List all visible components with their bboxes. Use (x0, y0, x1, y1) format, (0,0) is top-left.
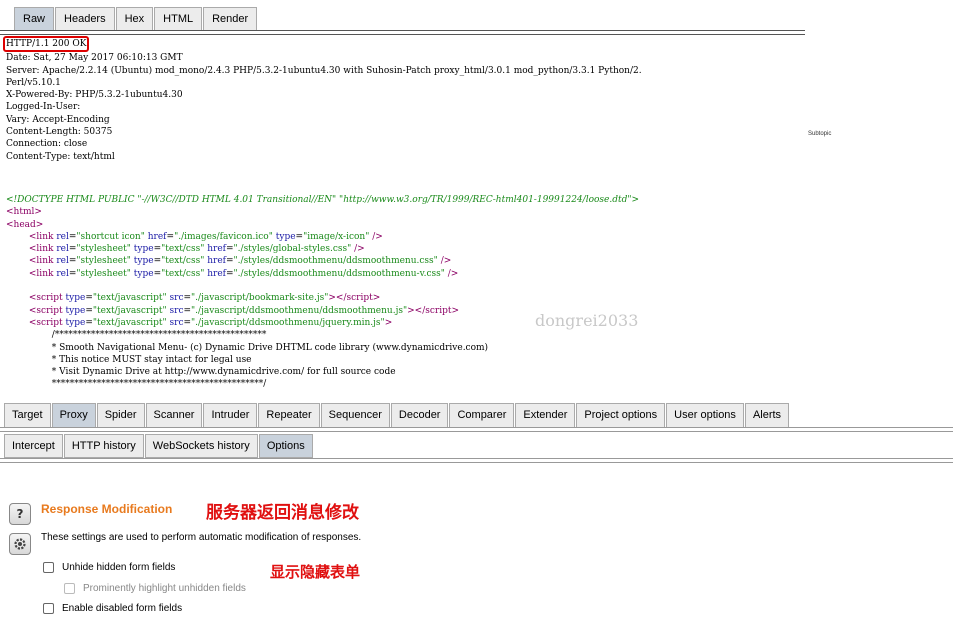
tab-alerts[interactable]: Alerts (744, 403, 790, 428)
head-open-tag: <head> (6, 219, 44, 230)
link-type: "text/css" (161, 256, 205, 267)
tab-hex[interactable]: Hex (115, 7, 154, 30)
link-type: "text/css" (161, 268, 205, 279)
link-rel: "stylesheet" (76, 244, 131, 255)
tab-raw[interactable]: Raw (14, 7, 55, 30)
option-highlight-unhidden-fields[interactable]: Prominently highlight unhidden fields (64, 583, 246, 594)
status-line: HTTP/1.1 200 OK (6, 39, 87, 49)
subtopic-label: Subtopic (808, 131, 832, 137)
tab-http-history[interactable]: HTTP history (63, 434, 144, 458)
doctype-line: <!DOCTYPE HTML PUBLIC "-//W3C//DTD HTML … (6, 195, 640, 205)
highlight-unhidden-fields-checkbox[interactable] (64, 583, 75, 594)
checkbox-label: Enable disabled form fields (62, 603, 183, 614)
tab-intruder[interactable]: Intruder (203, 403, 258, 428)
watermark: dongrei2033 (535, 311, 639, 330)
tab-sequencer[interactable]: Sequencer (320, 403, 390, 428)
main-tab-bar: Target Proxy Spider Scanner Intruder Rep… (4, 403, 790, 428)
tab-extender[interactable]: Extender (515, 403, 576, 428)
header-line: Content-Type: text/html (6, 151, 115, 162)
tab-websockets-history[interactable]: WebSockets history (144, 434, 258, 458)
header-line: Connection: close (6, 139, 88, 150)
header-line: Server: Apache/2.2.14 (Ubuntu) mod_mono/… (6, 65, 642, 76)
tab-user-options[interactable]: User options (666, 403, 744, 428)
header-line: X-Powered-By: PHP/5.3.2-1ubuntu4.30 (6, 90, 183, 101)
header-line: Content-Length: 50375 (6, 127, 113, 138)
annotation-title-note: 服务器返回消息修改 (206, 503, 359, 523)
script-src: "./javascript/bookmark-site.js" (191, 293, 329, 304)
script-src: "./javascript/ddsmoothmenu/jquery.min.js… (191, 317, 385, 328)
sub-tab-divider (0, 458, 953, 463)
tab-spider[interactable]: Spider (96, 403, 145, 428)
link-href: "./styles/ddsmoothmenu/ddsmoothmenu-v.cs… (233, 268, 445, 279)
section-title: Response Modification (41, 502, 173, 516)
tab-html[interactable]: HTML (154, 7, 203, 30)
link-href: "./styles/ddsmoothmenu/ddsmoothmenu.css" (233, 256, 438, 267)
proxy-sub-tab-bar: Intercept HTTP history WebSockets histor… (4, 434, 314, 458)
viewer-divider (0, 30, 805, 35)
enable-disabled-fields-checkbox[interactable] (43, 603, 54, 614)
link-rel: "stylesheet" (76, 268, 131, 279)
status-line-highlight: HTTP/1.1 200 OK (3, 36, 90, 53)
html-open-tag: <html> (6, 207, 42, 218)
link-type: "image/x-icon" (303, 231, 370, 242)
tab-decoder[interactable]: Decoder (390, 403, 449, 428)
comment-line: * Smooth Navigational Menu- (c) Dynamic … (51, 342, 489, 353)
tab-headers[interactable]: Headers (55, 7, 115, 30)
link-href: "./styles/global-styles.css" (233, 244, 352, 255)
response-body: <!DOCTYPE HTML PUBLIC "-//W3C//DTD HTML … (6, 195, 640, 390)
tab-intercept[interactable]: Intercept (4, 434, 63, 458)
comment-line: * This notice MUST stay intact for legal… (51, 354, 252, 365)
response-headers: HTTP/1.1 200 OK Date: Sat, 27 May 2017 0… (3, 36, 642, 163)
response-viewer: Raw Headers Hex HTML Render HTTP/1.1 200… (0, 0, 953, 398)
help-icon[interactable]: ? (9, 503, 31, 525)
link-rel: "stylesheet" (76, 256, 131, 267)
tab-scanner[interactable]: Scanner (145, 403, 203, 428)
header-line: Perl/v5.10.1 (6, 77, 61, 88)
tab-render[interactable]: Render (203, 7, 258, 30)
unhide-hidden-fields-checkbox[interactable] (43, 562, 54, 573)
header-line: Logged-In-User: (6, 102, 81, 113)
tab-proxy[interactable]: Proxy (51, 403, 96, 428)
viewer-tabs: Raw Headers Hex HTML Render (14, 7, 258, 31)
tab-comparer[interactable]: Comparer (449, 403, 515, 428)
header-line: Date: Sat, 27 May 2017 06:10:13 GMT (6, 53, 183, 64)
comment-line: * Visit Dynamic Drive at http://www.dyna… (51, 367, 396, 378)
link-type: "text/css" (161, 244, 205, 255)
tab-target[interactable]: Target (4, 403, 51, 428)
annotation-unhide-note: 显示隐藏表单 (270, 563, 361, 581)
tab-options[interactable]: Options (258, 434, 313, 458)
header-line: Vary: Accept-Encoding (6, 114, 110, 125)
tab-repeater[interactable]: Repeater (258, 403, 320, 428)
main-tab-divider (0, 427, 953, 432)
script-src: "./javascript/ddsmoothmenu/ddsmoothmenu.… (191, 305, 408, 316)
link-rel: "shortcut icon" (76, 231, 145, 242)
comment-line: /***************************************… (51, 330, 267, 341)
checkbox-label: Unhide hidden form fields (62, 562, 176, 573)
option-enable-disabled-fields[interactable]: Enable disabled form fields (43, 603, 182, 614)
section-description: These settings are used to perform autom… (41, 532, 362, 543)
comment-line: ****************************************… (51, 379, 267, 390)
option-unhide-hidden-fields[interactable]: Unhide hidden form fields (43, 562, 175, 573)
gear-icon[interactable] (9, 533, 31, 555)
link-href: "./images/favicon.ico" (174, 231, 273, 242)
checkbox-label: Prominently highlight unhidden fields (83, 583, 246, 594)
tab-project-options[interactable]: Project options (576, 403, 666, 428)
